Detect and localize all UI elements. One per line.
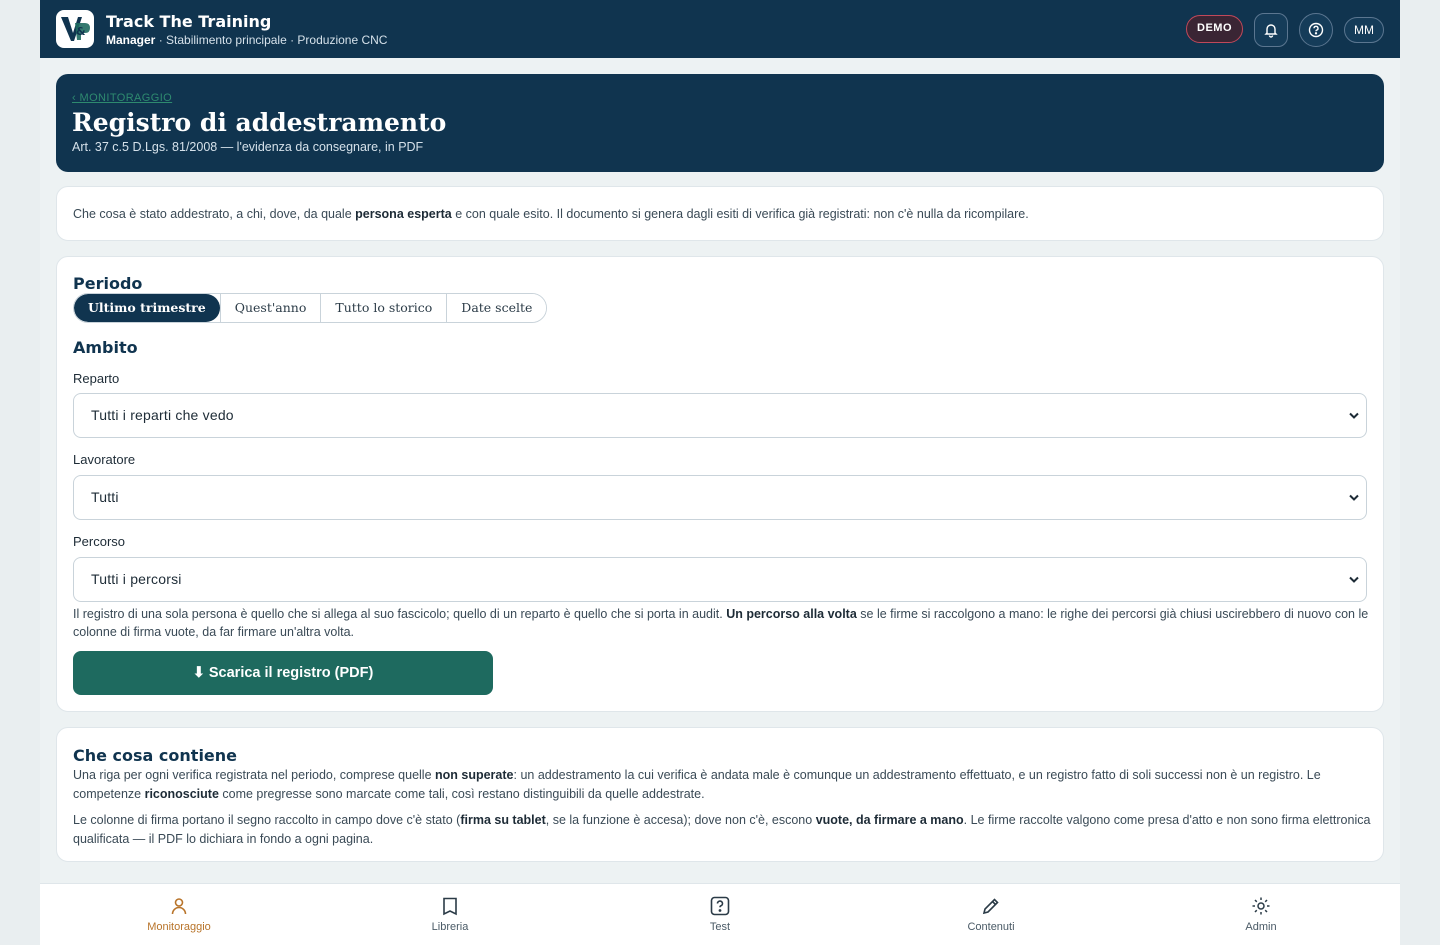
pencil-icon [982, 898, 999, 915]
contents-paragraph-2: Le colonne di firma portano il segno rac… [73, 811, 1373, 849]
contents-paragraph-1: Una riga per ogni verifica registrata ne… [73, 766, 1373, 804]
nav-item-admin[interactable]: Admin [1191, 884, 1331, 945]
contents-card: Che cosa contiene Una riga per ogni veri… [56, 727, 1384, 862]
paragraph-bold: firma su tablet [460, 813, 546, 827]
nav-label: Contenuti [967, 921, 1015, 933]
intro-text-part: e con quale esito. Il documento si gener… [451, 207, 1029, 221]
app-window: & Track The Training Manager · Stabilime… [40, 0, 1400, 945]
path-select[interactable]: Tutti i percorsi [73, 557, 1367, 602]
user-role: Manager [106, 33, 156, 47]
person-icon [171, 898, 187, 915]
bell-icon [1264, 24, 1278, 38]
help-button[interactable] [1299, 13, 1333, 47]
scope-note: Il registro di una sola persona è quello… [73, 605, 1373, 641]
paragraph-bold: non superate [435, 768, 514, 782]
paragraph-part: Una riga per ogni verifica registrata ne… [73, 768, 435, 782]
chevron-down-icon [1349, 494, 1359, 501]
period-selector: Ultimo trimestre Quest'anno Tutto lo sto… [73, 293, 548, 323]
scope-note-part: Il registro di una sola persona è quello… [73, 607, 727, 621]
context-path: · Stabilimento principale · Produzione C… [155, 33, 388, 47]
page-header: ‹ MONITORAGGIO Registro di addestramento… [56, 74, 1384, 172]
department-select[interactable]: Tutti i reparti che vedo [73, 393, 1367, 438]
intro-text-part: Che cosa è stato addestrato, a chi, dove… [73, 207, 356, 221]
worker-select[interactable]: Tutti [73, 475, 1367, 520]
breadcrumb-monitoraggio[interactable]: ‹ MONITORAGGIO [72, 92, 172, 104]
department-select-value: Tutti i reparti che vedo [91, 407, 234, 423]
contents-title: Che cosa contiene [73, 746, 238, 765]
svg-text:&: & [76, 25, 86, 38]
nav-label: Test [709, 921, 731, 933]
nav-item-test[interactable]: Test [650, 884, 790, 945]
book-icon [443, 897, 457, 916]
intro-text: Che cosa è stato addestrato, a chi, dove… [73, 207, 1029, 221]
intro-text-bold: persona esperta [355, 207, 452, 221]
scope-note-bold: Un percorso alla volta [726, 607, 857, 621]
paragraph-bold: riconosciute [144, 787, 219, 801]
path-label: Percorso [73, 534, 126, 549]
period-option-last-quarter[interactable]: Ultimo trimestre [74, 294, 220, 322]
department-label: Reparto [73, 371, 120, 386]
paragraph-part: Le colonne di firma portano il segno rac… [73, 813, 461, 827]
question-icon [710, 896, 730, 916]
app-logo[interactable]: & [56, 10, 94, 48]
page-title: Registro di addestramento [72, 108, 447, 137]
help-icon [1308, 22, 1324, 38]
app-context: Manager · Stabilimento principale · Prod… [106, 33, 387, 47]
nav-label: Monitoraggio [147, 921, 211, 933]
nav-item-libreria[interactable]: Libreria [380, 884, 520, 945]
period-option-custom-dates[interactable]: Date scelte [446, 294, 547, 322]
export-form-card: Periodo Ultimo trimestre Quest'anno Tutt… [56, 256, 1384, 712]
bottom-navigation: Monitoraggio Libreria Test Contenuti Adm… [40, 883, 1400, 945]
gear-icon [1252, 897, 1270, 915]
paragraph-part: come pregresse sono marcate come tali, c… [218, 787, 705, 801]
demo-badge: DEMO [1186, 15, 1243, 43]
period-title: Periodo [73, 274, 143, 293]
path-select-value: Tutti i percorsi [91, 571, 182, 587]
nav-label: Libreria [431, 921, 469, 933]
paragraph-part: , se la funzione è accesa); dove non c'è… [545, 813, 816, 827]
intro-card: Che cosa è stato addestrato, a chi, dove… [56, 186, 1384, 241]
nav-item-contenuti[interactable]: Contenuti [921, 884, 1061, 945]
scope-title: Ambito [73, 338, 138, 357]
worker-label: Lavoratore [73, 452, 136, 467]
period-option-all-history[interactable]: Tutto lo storico [320, 294, 447, 322]
period-option-this-year[interactable]: Quest'anno [219, 294, 321, 322]
worker-select-value: Tutti [91, 489, 119, 505]
nav-item-monitoraggio[interactable]: Monitoraggio [109, 884, 249, 945]
top-bar: & Track The Training Manager · Stabilime… [40, 0, 1400, 58]
chevron-down-icon [1349, 576, 1359, 583]
notifications-button[interactable] [1254, 13, 1288, 47]
app-title: Track The Training [106, 12, 272, 31]
user-avatar[interactable]: MM [1344, 17, 1384, 43]
page-subtitle: Art. 37 c.5 D.Lgs. 81/2008 — l'evidenza … [72, 140, 424, 154]
chevron-down-icon [1349, 412, 1359, 419]
download-pdf-button[interactable]: ⬇ Scarica il registro (PDF) [73, 651, 493, 695]
paragraph-bold: vuote, da firmare a mano [815, 813, 964, 827]
nav-label: Admin [1245, 921, 1277, 933]
